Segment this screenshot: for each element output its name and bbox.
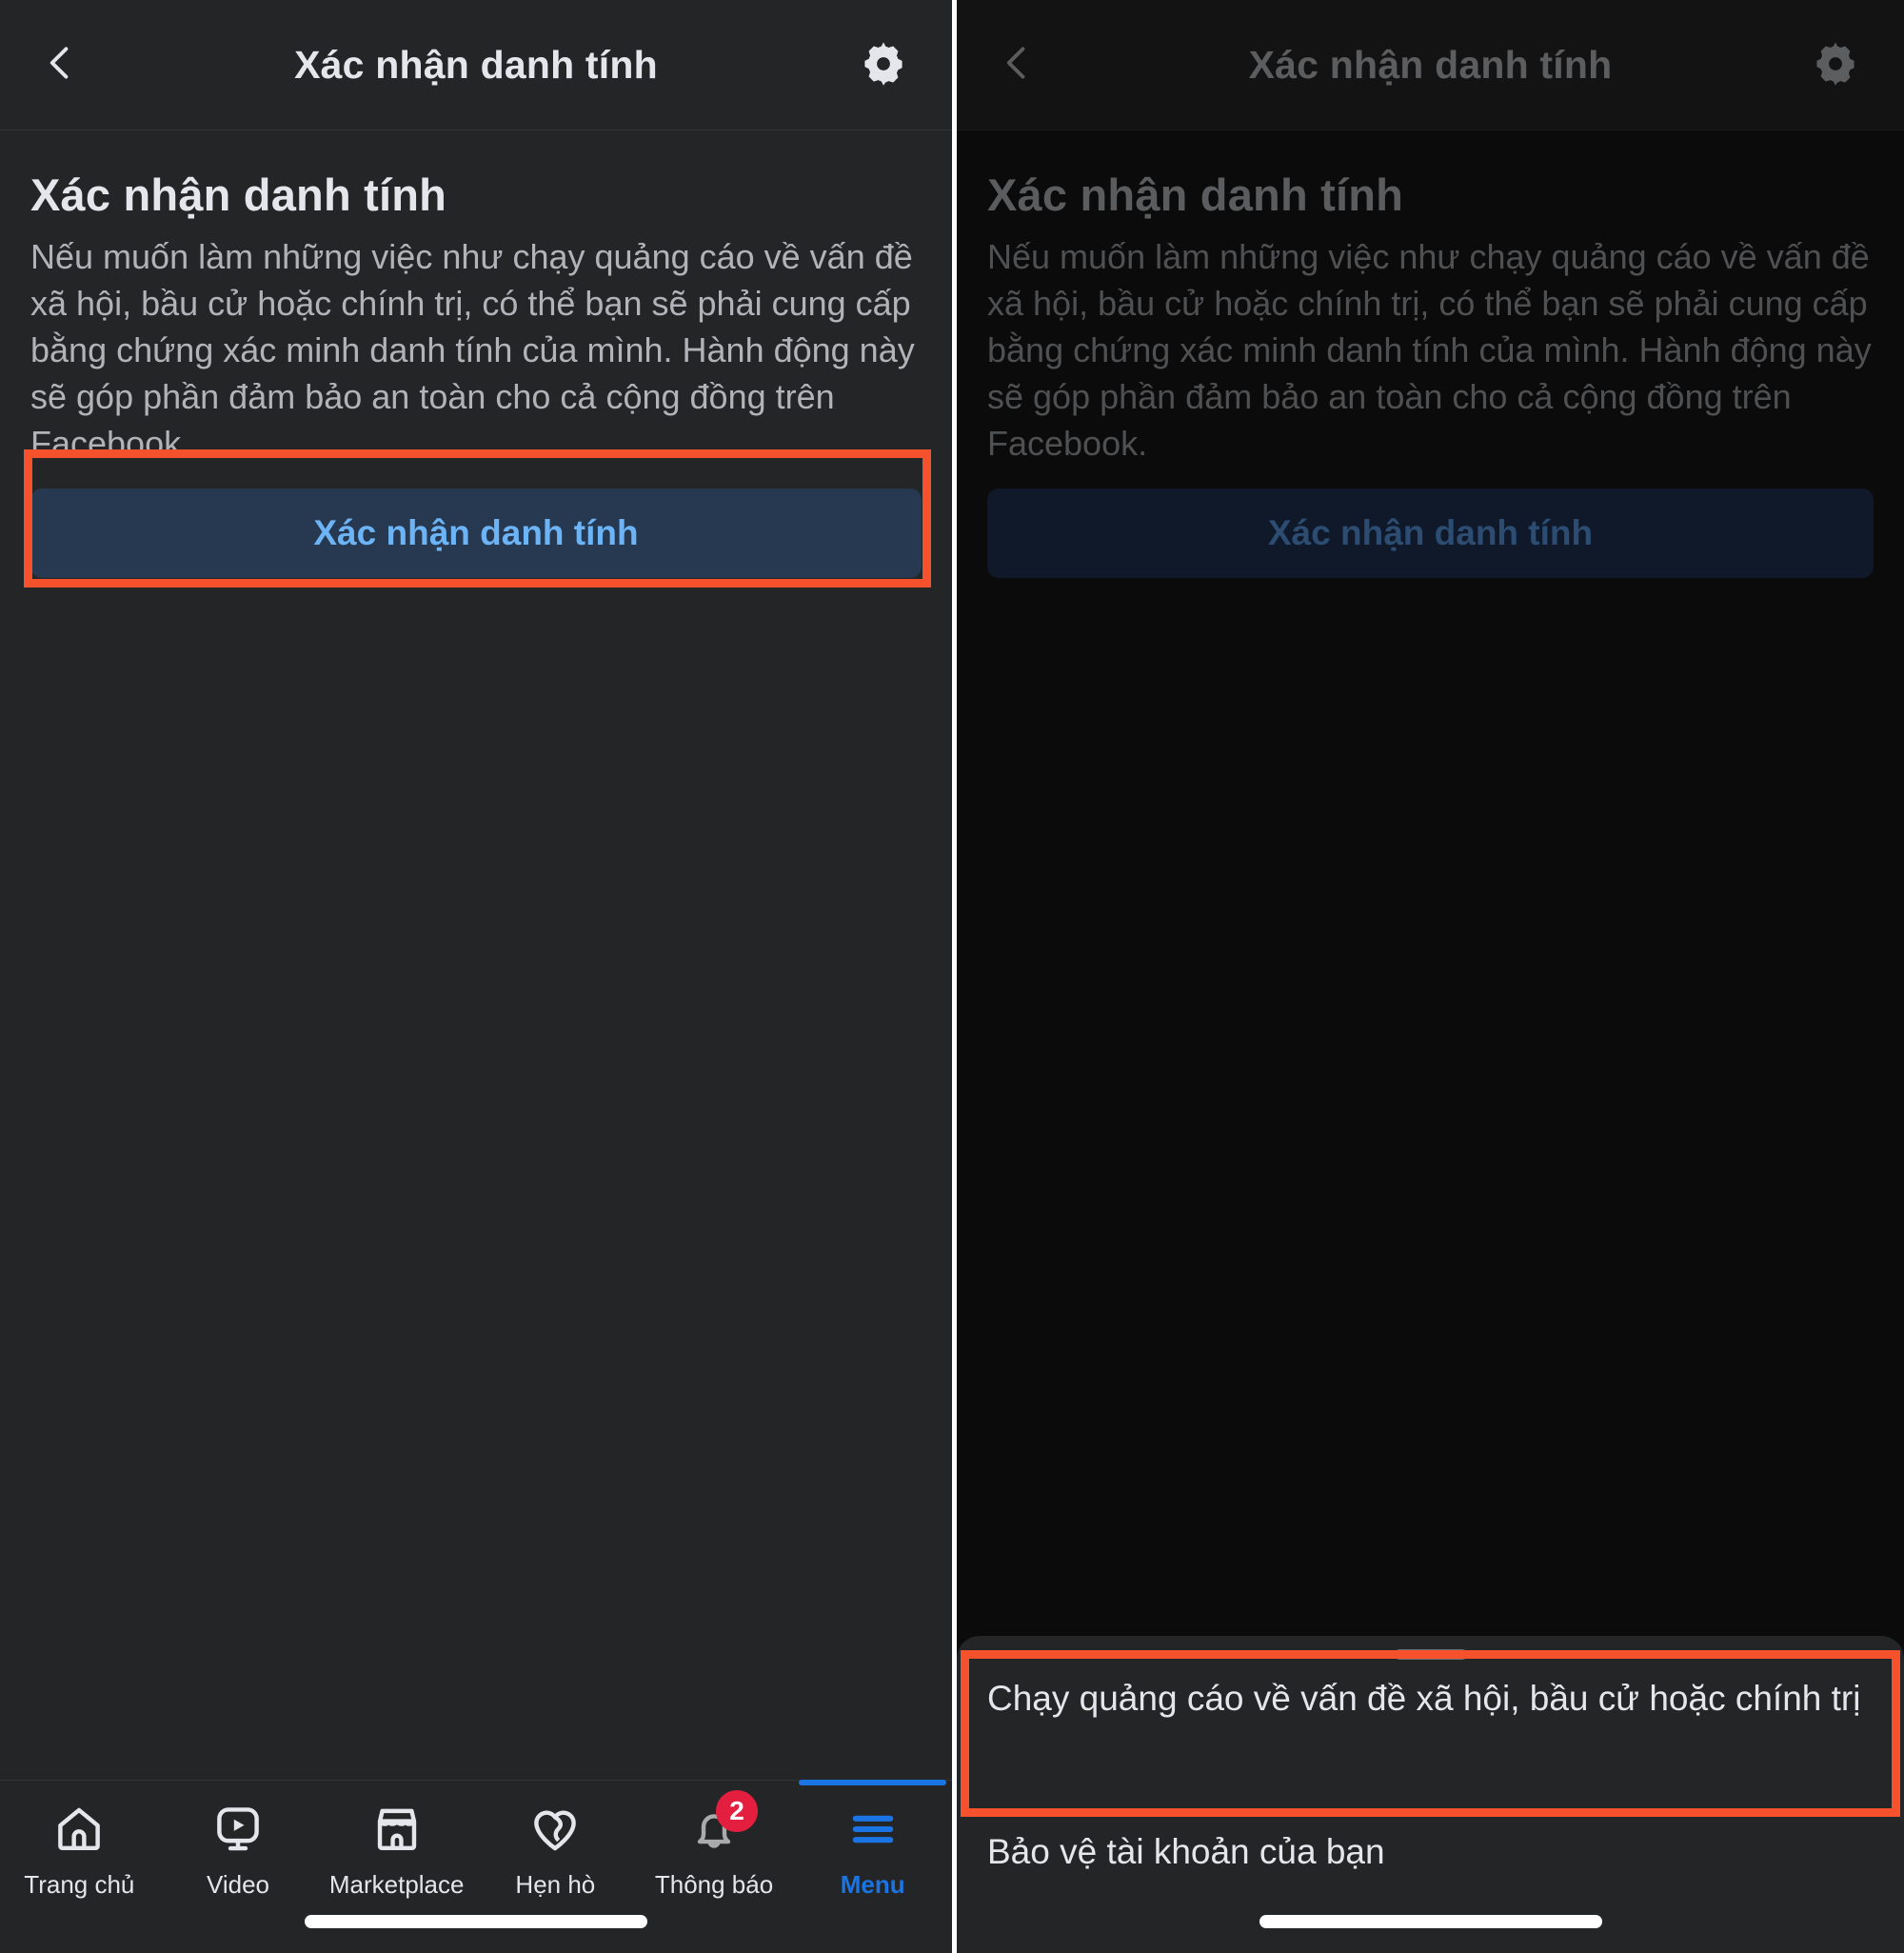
page-title: Xác nhận danh tính	[30, 169, 447, 220]
chevron-left-icon	[996, 42, 1038, 89]
tab-thong-bao[interactable]: 2 Thông báo	[635, 1781, 794, 1923]
notification-badge: 2	[716, 1790, 759, 1832]
page-description-dimmed: Nếu muốn làm những việc như chạy quảng c…	[987, 237, 1872, 463]
tab-marketplace[interactable]: Marketplace	[317, 1781, 476, 1923]
hamburger-icon	[846, 1800, 900, 1859]
bottom-sheet: Chạy quảng cáo về vấn đề xã hội, bầu cử …	[957, 1636, 1904, 1953]
back-button-dimmed[interactable]	[985, 33, 1048, 96]
sheet-item-protect-account[interactable]: Bảo vệ tài khoản của bạn	[957, 1803, 1904, 1903]
verify-identity-button-dimmed[interactable]: Xác nhận danh tính	[987, 488, 1874, 578]
header-title: Xác nhận danh tính	[294, 42, 658, 87]
tab-menu[interactable]: Menu	[793, 1780, 952, 1923]
settings-button[interactable]	[855, 36, 912, 93]
video-icon	[211, 1800, 265, 1859]
app-header: Xác nhận danh tính	[0, 0, 952, 130]
marketplace-icon	[370, 1800, 424, 1859]
verify-identity-button[interactable]: Xác nhận danh tính	[30, 488, 922, 578]
page-title-dimmed: Xác nhận danh tính	[987, 169, 1404, 220]
home-indicator	[1259, 1915, 1602, 1928]
tab-label: Hẹn hò	[515, 1870, 596, 1899]
sheet-item-run-ads[interactable]: Chạy quảng cáo về vấn đề xã hội, bầu cử …	[957, 1636, 1904, 1803]
chevron-left-icon	[39, 42, 81, 89]
header-title-dimmed: Xác nhận danh tính	[1248, 42, 1613, 87]
home-icon	[52, 1800, 106, 1859]
drag-handle[interactable]	[1394, 1649, 1467, 1660]
gear-icon	[860, 39, 907, 91]
cta-container-dimmed: Xác nhận danh tính	[957, 468, 1904, 578]
tab-label: Thông báo	[654, 1870, 774, 1899]
panel-divider	[952, 0, 957, 1953]
screenshot-stage: Xác nhận danh tính Xác nhận danh tính Nế…	[0, 0, 1904, 1953]
back-button[interactable]	[29, 33, 91, 96]
tab-label: Menu	[840, 1870, 905, 1899]
app-header-dimmed: Xác nhận danh tính	[957, 0, 1904, 130]
gear-icon	[1812, 39, 1859, 91]
cta-container: Xác nhận danh tính	[0, 468, 952, 578]
dating-heart-icon	[528, 1800, 582, 1859]
tab-label: Marketplace	[328, 1870, 465, 1899]
tab-video[interactable]: Video	[159, 1781, 318, 1923]
page-content-dimmed: Xác nhận danh tính Nếu muốn làm những vi…	[957, 130, 1904, 468]
active-tab-indicator	[799, 1780, 947, 1785]
page-description: Nếu muốn làm những việc như chạy quảng c…	[30, 237, 915, 463]
page-content: Xác nhận danh tính Nếu muốn làm những vi…	[0, 130, 952, 468]
left-screenshot-panel: Xác nhận danh tính Xác nhận danh tính Nế…	[0, 0, 952, 1953]
home-indicator	[305, 1915, 647, 1928]
right-screenshot-panel: Xác nhận danh tính Xác nhận danh tính Nế…	[957, 0, 1904, 1953]
settings-button-dimmed[interactable]	[1807, 36, 1864, 93]
tab-label: Trang chủ	[24, 1870, 135, 1899]
tab-trang-chu[interactable]: Trang chủ	[0, 1781, 159, 1923]
tab-hen-ho[interactable]: Hẹn hò	[476, 1781, 635, 1923]
bell-icon: 2	[687, 1790, 759, 1859]
tab-label: Video	[206, 1870, 270, 1899]
